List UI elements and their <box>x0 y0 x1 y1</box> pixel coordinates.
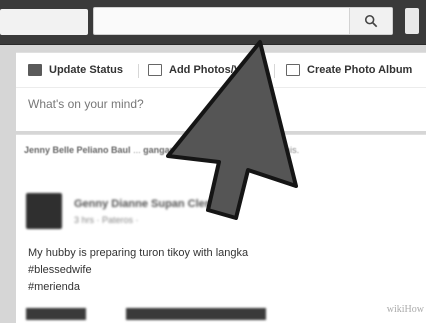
create-photo-album-label: Create Photo Album <box>307 64 413 76</box>
divider <box>274 64 275 78</box>
composer-actions: Update Status Add Photos/V Create Photo … <box>16 53 426 88</box>
topbar-menu[interactable] <box>405 8 419 34</box>
news-feed: Jenny Belle Peliano Baul ... gangan Clem… <box>16 134 426 323</box>
update-status-button[interactable]: Update Status <box>28 62 123 78</box>
pencil-icon <box>28 64 42 76</box>
post-author[interactable]: Genny Dianne Supan Clemente <box>74 198 237 210</box>
search-bar[interactable] <box>93 7 393 35</box>
post-image[interactable] <box>26 308 86 320</box>
post-line[interactable]: #merienda <box>28 279 358 296</box>
add-photos-label: Add Photos/V <box>169 64 242 76</box>
notice-target[interactable]: gangan Clemente <box>143 145 218 155</box>
create-photo-album-button[interactable]: Create Photo Album <box>286 62 412 78</box>
top-navigation-bar <box>0 0 426 45</box>
notice-spacer: ... <box>133 145 144 155</box>
update-status-label: Update Status <box>49 64 123 76</box>
photo-icon <box>148 64 162 76</box>
watermark: wikiHow <box>386 304 424 315</box>
post-meta: 3 hrs · Pateros · <box>74 215 139 225</box>
album-icon <box>286 64 300 76</box>
search-icon <box>364 14 378 28</box>
post-line[interactable]: #blessedwife <box>28 262 358 279</box>
post-line: My hubby is preparing turon tikoy with l… <box>28 247 249 259</box>
search-button[interactable] <box>349 8 392 34</box>
post-image[interactable] <box>126 308 266 320</box>
divider <box>138 64 139 78</box>
post-images[interactable] <box>26 308 386 320</box>
avatar[interactable] <box>26 193 62 229</box>
status-input[interactable]: What's on your mind? <box>28 97 144 111</box>
activity-notice: Jenny Belle Peliano Baul ... gangan Clem… <box>24 145 424 155</box>
notice-actor[interactable]: Jenny Belle Peliano Baul <box>24 145 131 155</box>
status-composer: Update Status Add Photos/V Create Photo … <box>16 52 426 131</box>
post-header: Genny Dianne Supan Clemente 3 hrs · Pate… <box>26 193 406 233</box>
post-body: My hubby is preparing turon tikoy with l… <box>28 245 358 296</box>
logo-area[interactable] <box>0 9 88 35</box>
add-photos-button[interactable]: Add Photos/V <box>148 62 241 78</box>
notice-text: commented on this. <box>220 145 300 155</box>
